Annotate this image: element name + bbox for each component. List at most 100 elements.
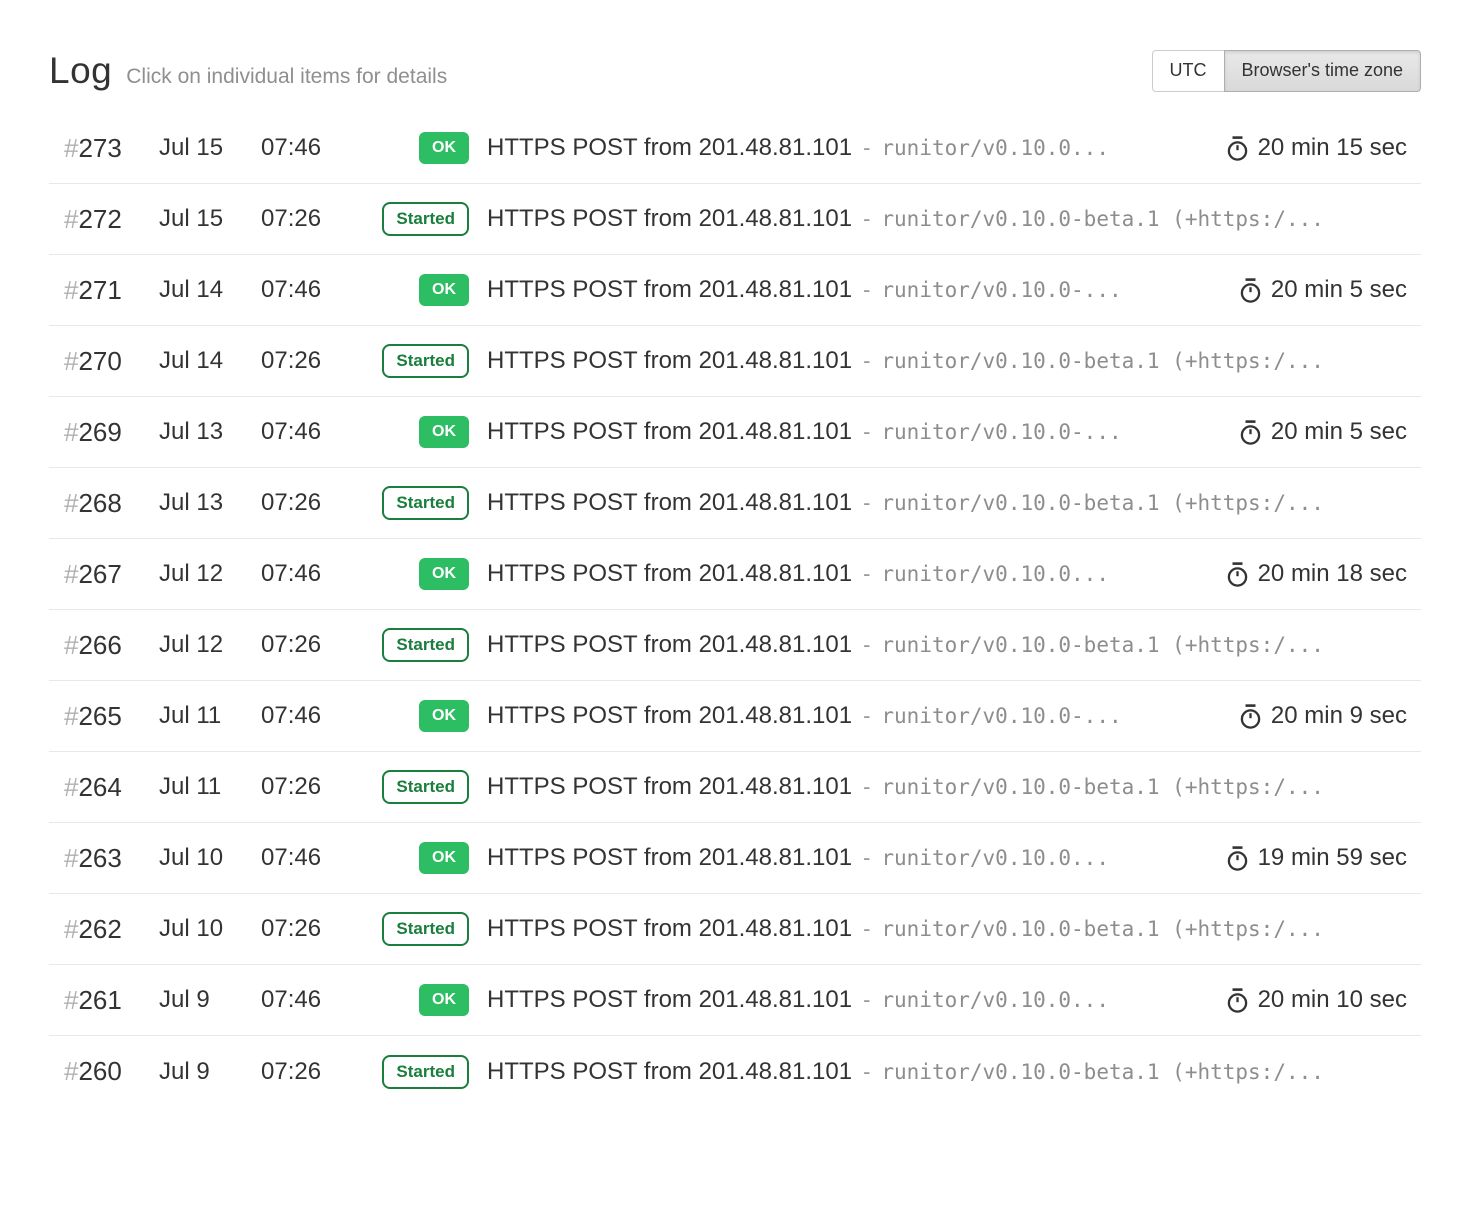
utc-button[interactable]: UTC	[1152, 50, 1225, 92]
event-message: HTTPS POST from 201.48.81.101	[487, 347, 852, 375]
event-date: Jul 11	[159, 773, 261, 801]
event-number: #265	[64, 701, 159, 732]
duration: 19 min 59 sec	[1206, 844, 1407, 872]
status-badge-cell: Started	[359, 628, 469, 662]
event-number-value: 269	[78, 417, 121, 447]
log-row[interactable]: #270 Jul 14 07:26 Started HTTPS POST fro…	[49, 326, 1421, 397]
log-row[interactable]: #263 Jul 10 07:46 OK HTTPS POST from 201…	[49, 823, 1421, 894]
event-number: #271	[64, 275, 159, 306]
message-separator: -	[863, 632, 870, 658]
event-number-value: 265	[78, 701, 121, 731]
event-description: HTTPS POST from 201.48.81.101 - runitor/…	[487, 986, 1109, 1014]
event-number-value: 260	[78, 1056, 121, 1086]
duration-text: 20 min 10 sec	[1258, 986, 1407, 1014]
event-number: #263	[64, 843, 159, 874]
duration-text: 20 min 18 sec	[1258, 560, 1407, 588]
status-badge: OK	[419, 416, 469, 448]
event-message: HTTPS POST from 201.48.81.101	[487, 489, 852, 517]
duration-text: 20 min 5 sec	[1271, 418, 1407, 446]
message-separator: -	[863, 916, 870, 942]
event-time: 07:26	[261, 205, 359, 233]
status-badge: OK	[419, 700, 469, 732]
log-table: #273 Jul 15 07:46 OK HTTPS POST from 201…	[49, 113, 1421, 1107]
log-row[interactable]: #272 Jul 15 07:26 Started HTTPS POST fro…	[49, 184, 1421, 255]
event-date: Jul 15	[159, 205, 261, 233]
log-row[interactable]: #268 Jul 13 07:26 Started HTTPS POST fro…	[49, 468, 1421, 539]
duration-text: 20 min 9 sec	[1271, 702, 1407, 730]
event-date: Jul 14	[159, 276, 261, 304]
duration: 20 min 15 sec	[1206, 134, 1407, 162]
hash-prefix: #	[64, 1056, 78, 1086]
hash-prefix: #	[64, 701, 78, 731]
log-row[interactable]: #269 Jul 13 07:46 OK HTTPS POST from 201…	[49, 397, 1421, 468]
event-number: #270	[64, 346, 159, 377]
event-date: Jul 14	[159, 347, 261, 375]
status-badge: Started	[382, 628, 469, 662]
user-agent-text: runitor/v0.10.0...	[881, 846, 1109, 870]
event-description: HTTPS POST from 201.48.81.101 - runitor/…	[487, 560, 1109, 588]
user-agent-text: runitor/v0.10.0...	[881, 562, 1109, 586]
event-date: Jul 12	[159, 631, 261, 659]
hash-prefix: #	[64, 914, 78, 944]
event-description: HTTPS POST from 201.48.81.101 - runitor/…	[487, 702, 1122, 730]
log-row[interactable]: #260 Jul 9 07:26 Started HTTPS POST from…	[49, 1036, 1421, 1107]
log-row[interactable]: #264 Jul 11 07:26 Started HTTPS POST fro…	[49, 752, 1421, 823]
stopwatch-icon	[1239, 277, 1262, 304]
browser-timezone-button[interactable]: Browser's time zone	[1224, 50, 1422, 92]
hash-prefix: #	[64, 346, 78, 376]
event-description: HTTPS POST from 201.48.81.101 - runitor/…	[487, 844, 1109, 872]
event-number-value: 263	[78, 843, 121, 873]
event-message: HTTPS POST from 201.48.81.101	[487, 560, 852, 588]
status-badge-cell: Started	[359, 1055, 469, 1089]
status-badge-cell: OK	[359, 274, 469, 306]
user-agent-text: runitor/v0.10.0-beta.1 (+https:/...	[881, 775, 1324, 799]
event-time: 07:26	[261, 773, 359, 801]
event-time: 07:46	[261, 134, 359, 162]
log-row[interactable]: #267 Jul 12 07:46 OK HTTPS POST from 201…	[49, 539, 1421, 610]
user-agent-text: runitor/v0.10.0-...	[881, 420, 1121, 444]
hash-prefix: #	[64, 275, 78, 305]
event-time: 07:26	[261, 915, 359, 943]
message-separator: -	[863, 490, 870, 516]
event-time: 07:26	[261, 631, 359, 659]
message-separator: -	[863, 348, 870, 374]
hash-prefix: #	[64, 417, 78, 447]
event-number: #269	[64, 417, 159, 448]
event-date: Jul 13	[159, 418, 261, 446]
hash-prefix: #	[64, 985, 78, 1015]
event-number-value: 267	[78, 559, 121, 589]
hash-prefix: #	[64, 133, 78, 163]
log-row[interactable]: #262 Jul 10 07:26 Started HTTPS POST fro…	[49, 894, 1421, 965]
user-agent-text: runitor/v0.10.0-beta.1 (+https:/...	[881, 1060, 1324, 1084]
log-row[interactable]: #261 Jul 9 07:46 OK HTTPS POST from 201.…	[49, 965, 1421, 1036]
event-message: HTTPS POST from 201.48.81.101	[487, 205, 852, 233]
event-description: HTTPS POST from 201.48.81.101 - runitor/…	[487, 773, 1324, 801]
status-badge-cell: Started	[359, 912, 469, 946]
log-row[interactable]: #266 Jul 12 07:26 Started HTTPS POST fro…	[49, 610, 1421, 681]
page-subtitle: Click on individual items for details	[126, 65, 447, 89]
message-separator: -	[863, 419, 870, 445]
event-date: Jul 10	[159, 844, 261, 872]
duration: 20 min 5 sec	[1219, 276, 1407, 304]
log-row[interactable]: #271 Jul 14 07:46 OK HTTPS POST from 201…	[49, 255, 1421, 326]
event-number-value: 273	[78, 133, 121, 163]
event-date: Jul 9	[159, 1058, 261, 1086]
event-number: #268	[64, 488, 159, 519]
duration: 20 min 9 sec	[1219, 702, 1407, 730]
log-row[interactable]: #273 Jul 15 07:46 OK HTTPS POST from 201…	[49, 113, 1421, 184]
duration: 20 min 18 sec	[1206, 560, 1407, 588]
duration: 20 min 5 sec	[1219, 418, 1407, 446]
event-number: #261	[64, 985, 159, 1016]
event-number-value: 262	[78, 914, 121, 944]
message-separator: -	[863, 1059, 870, 1085]
message-separator: -	[863, 135, 870, 161]
user-agent-text: runitor/v0.10.0-beta.1 (+https:/...	[881, 349, 1324, 373]
user-agent-text: runitor/v0.10.0-beta.1 (+https:/...	[881, 633, 1324, 657]
log-row[interactable]: #265 Jul 11 07:46 OK HTTPS POST from 201…	[49, 681, 1421, 752]
event-time: 07:46	[261, 986, 359, 1014]
event-number-value: 268	[78, 488, 121, 518]
hash-prefix: #	[64, 772, 78, 802]
status-badge-cell: Started	[359, 202, 469, 236]
status-badge: OK	[419, 842, 469, 874]
status-badge: OK	[419, 132, 469, 164]
